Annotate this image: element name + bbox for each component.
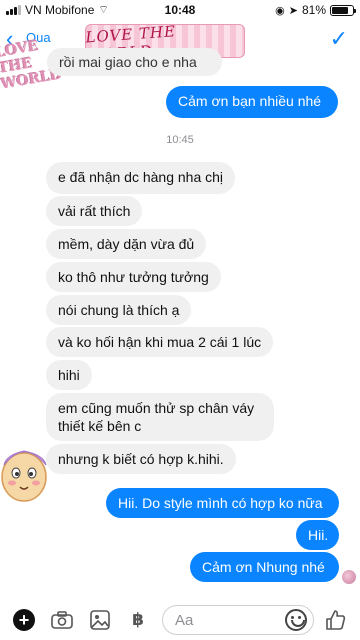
battery-percent: 81%: [301, 3, 326, 17]
composer-toolbar: + ฿ Aa: [0, 600, 360, 640]
message-text: hihi: [58, 367, 80, 383]
camera-icon[interactable]: [50, 608, 74, 632]
message-incoming[interactable]: nói chung là thích ạ: [46, 295, 192, 325]
message-outgoing[interactable]: Hii.: [296, 520, 339, 550]
checkmark-icon[interactable]: ✓: [330, 26, 348, 52]
message-text: Cảm ơn Nhung nhé: [202, 559, 325, 575]
message-incoming[interactable]: mềm, dày dặn vừa đủ: [46, 229, 207, 259]
message-text: và ko hối hận khi mua 2 cái 1 lúc: [58, 334, 262, 350]
message-incoming[interactable]: hihi: [46, 360, 92, 390]
message-text: rồi mai giao cho e nha: [59, 54, 197, 70]
message-text: nói chung là thích ạ: [58, 302, 180, 318]
message-text: vải rất thích: [58, 203, 131, 219]
photo-icon[interactable]: [88, 608, 112, 632]
message-input[interactable]: Aa: [162, 605, 314, 635]
message-text: nhưng k biết có hợp k.hihi.: [58, 451, 224, 467]
battery-icon: [330, 4, 356, 16]
message-outgoing[interactable]: Cảm ơn bạn nhiều nhé: [166, 86, 338, 118]
location-icon: ➤: [288, 4, 298, 17]
sticker-text: LOVE THE WORLD: [0, 38, 64, 93]
seen-avatar: [342, 570, 356, 584]
message-incoming[interactable]: ko thô như tưởng tưởng: [46, 262, 221, 292]
message-incoming[interactable]: vải rất thích: [46, 196, 143, 226]
message-outgoing[interactable]: Cảm ơn Nhung nhé: [190, 552, 339, 582]
emoji-icon[interactable]: [285, 609, 307, 631]
message-text: ko thô như tưởng tưởng: [58, 269, 209, 285]
payment-icon[interactable]: ฿: [126, 608, 150, 632]
message-incoming[interactable]: em cũng muốn thử sp chân váy thiết kế bê…: [46, 393, 274, 441]
message-text: Cảm ơn bạn nhiều nhé: [178, 93, 322, 109]
message-incoming[interactable]: rồi mai giao cho e nha: [47, 48, 222, 76]
message-text: Hii. Do style mình có hợp ko nữa: [118, 495, 323, 511]
message-text: mềm, dày dặn vừa đủ: [58, 236, 195, 252]
message-timestamp: 10:45: [166, 134, 194, 146]
plus-icon[interactable]: +: [12, 608, 36, 632]
status-right: ◉ ➤ 81%: [275, 3, 356, 17]
message-incoming[interactable]: và ko hối hận khi mua 2 cái 1 lúc: [46, 327, 274, 357]
message-incoming[interactable]: nhưng k biết có hợp k.hihi.: [46, 444, 236, 474]
message-text: Hii.: [308, 527, 329, 543]
status-bar: VN Mobifone ⌔ 10:48 ◉ ➤ 81%: [0, 0, 360, 20]
message-incoming[interactable]: e đã nhận dc hàng nha chị: [46, 162, 236, 194]
message-input-placeholder: Aa: [175, 612, 194, 629]
message-outgoing[interactable]: Hii. Do style mình có hợp ko nữa: [106, 488, 339, 518]
message-text: em cũng muốn thử sp chân váy thiết kế bê…: [58, 400, 255, 434]
alarm-icon: ◉: [275, 4, 285, 17]
cartoon-sticker-icon: [1, 450, 47, 502]
thumbs-up-icon[interactable]: [324, 608, 348, 632]
message-text: e đã nhận dc hàng nha chị: [58, 169, 224, 185]
